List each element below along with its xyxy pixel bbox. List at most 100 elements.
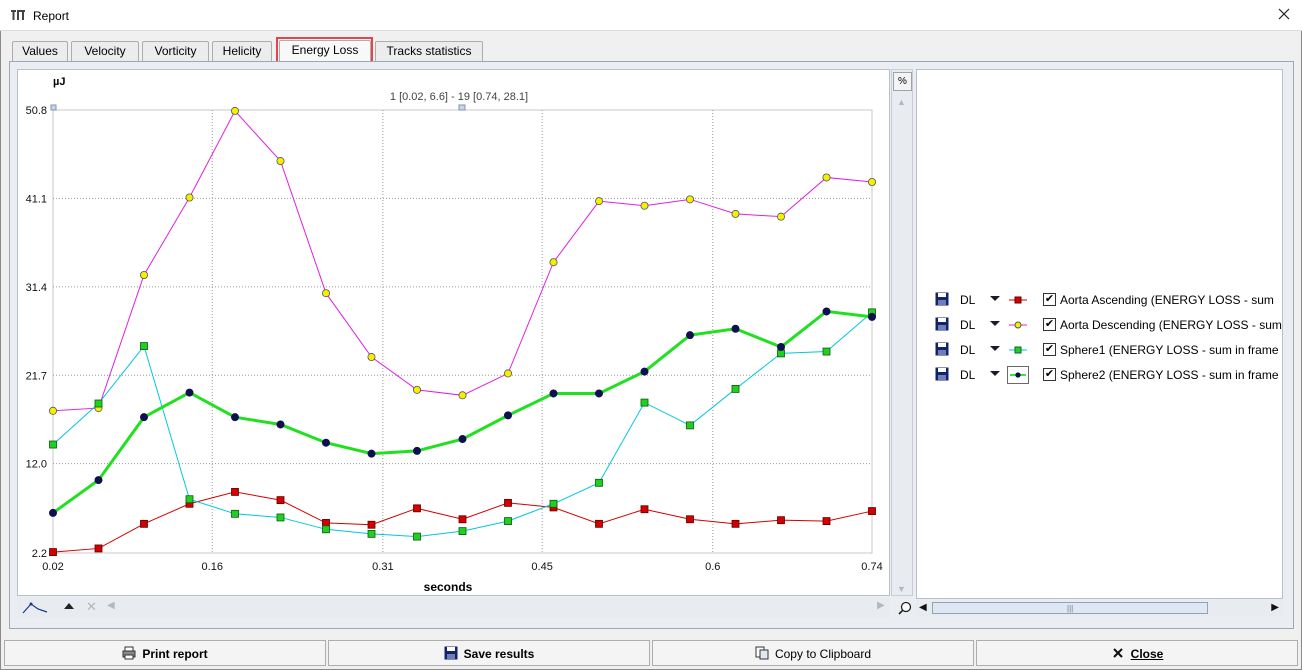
data-point: [686, 515, 694, 524]
data-point: [321, 438, 330, 447]
save-disk-icon[interactable]: [935, 367, 949, 381]
data-point: [868, 312, 877, 321]
data-point: [367, 520, 376, 529]
y-tick-label: 21.7: [26, 370, 47, 382]
scroll-left-icon[interactable]: ◀: [107, 600, 115, 611]
move-up-icon[interactable]: [64, 603, 74, 609]
data-point: [230, 413, 239, 422]
remove-icon[interactable]: ✕: [86, 599, 97, 615]
scroll-right-icon[interactable]: ▶: [877, 600, 885, 611]
legend-row-aorta-descending: DL ✔ Aorta Descending (ENERGY LOSS - sum: [917, 314, 1282, 336]
data-point: [185, 388, 194, 397]
data-point: [640, 201, 649, 210]
dropdown-arrow-icon[interactable]: [990, 346, 1000, 351]
save-disk-icon: [444, 646, 458, 660]
dropdown-arrow-icon[interactable]: [990, 321, 1000, 326]
checkbox-checked-icon[interactable]: ✔: [1043, 318, 1056, 331]
series-line: [52, 311, 873, 538]
copy-to-clipboard-button[interactable]: Copy to Clipboard: [652, 640, 974, 666]
close-window-icon[interactable]: [1276, 6, 1292, 22]
tab-tracks-statistics[interactable]: Tracks statistics: [375, 41, 483, 61]
chart-toolbar: ✕ ◀ ▶: [17, 598, 890, 618]
data-point: [276, 513, 285, 522]
checkbox-checked-icon[interactable]: ✔: [1043, 368, 1056, 381]
series-sphere2: [49, 307, 877, 517]
x-tick-label: 0.31: [372, 561, 393, 573]
data-point: [231, 509, 239, 518]
data-point: [549, 389, 558, 398]
save-results-button[interactable]: Save results: [328, 640, 650, 666]
data-point: [503, 369, 512, 378]
percent-toggle-button[interactable]: %: [893, 72, 912, 91]
legend-row-aorta-ascending: DL ✔ Aorta Ascending (ENERGY LOSS - sum: [917, 289, 1282, 311]
print-report-label: Print report: [142, 647, 208, 661]
legend-row-sphere1: DL ✔ Sphere1 (ENERGY LOSS - sum in frame: [917, 339, 1282, 361]
data-point: [412, 446, 421, 455]
series-swatch-sphere2[interactable]: [1007, 366, 1029, 384]
save-disk-icon[interactable]: [935, 292, 949, 306]
legend-dl-label: DL: [960, 343, 976, 357]
data-point: [503, 411, 512, 420]
app-logo-icon: [11, 10, 25, 20]
legend-series-name: Sphere1 (ENERGY LOSS - sum in frame: [1060, 343, 1279, 357]
data-point: [822, 347, 831, 356]
data-point: [731, 209, 740, 218]
y-tick-label: 2.2: [32, 548, 47, 560]
series-swatch-sphere1[interactable]: [1007, 341, 1029, 359]
data-point: [822, 517, 831, 525]
data-point: [595, 519, 603, 528]
y-tick-label: 50.8: [26, 105, 47, 117]
save-disk-icon[interactable]: [935, 342, 949, 356]
checkbox-checked-icon[interactable]: ✔: [1043, 343, 1056, 356]
data-point: [49, 548, 57, 556]
scrollbar-thumb[interactable]: |||: [932, 602, 1208, 614]
zoom-lens-icon[interactable]: [898, 601, 912, 615]
series-line: [52, 309, 873, 515]
dropdown-arrow-icon[interactable]: [990, 371, 1000, 376]
legend-series-name: Aorta Descending (ENERGY LOSS - sum: [1060, 318, 1282, 332]
data-point: [731, 385, 740, 393]
data-point: [686, 195, 695, 204]
legend-panel: DL ✔ Aorta Ascending (ENERGY LOSS - sum …: [916, 69, 1283, 599]
series-aorta-ascending: [49, 488, 876, 556]
data-point: [140, 342, 148, 350]
tab-helicity[interactable]: Helicity: [212, 41, 272, 61]
energy-loss-chart[interactable]: 50.8 41.1 31.4 21.7 12.0 2.20.02 0.16 0.31 0.45 0…: [17, 69, 890, 596]
x-tick-label: 0.02: [42, 561, 63, 573]
legend-dl-label: DL: [960, 368, 976, 382]
data-point: [686, 421, 694, 430]
print-report-button[interactable]: Print report: [4, 640, 326, 666]
data-point: [458, 435, 467, 444]
data-point: [731, 324, 740, 333]
dropdown-arrow-icon[interactable]: [990, 296, 1000, 301]
scroll-right-icon[interactable]: ▶: [1271, 602, 1279, 613]
tab-vorticity[interactable]: Vorticity: [142, 41, 209, 61]
data-point: [185, 495, 194, 504]
data-point: [94, 399, 103, 408]
close-button[interactable]: Close: [976, 640, 1298, 666]
y-tick-label: 31.4: [26, 282, 47, 294]
checkbox-checked-icon[interactable]: ✔: [1043, 293, 1056, 306]
tab-velocity[interactable]: Velocity: [71, 41, 139, 61]
scroll-up-icon[interactable]: ▲: [897, 97, 908, 107]
tab-values[interactable]: Values: [12, 41, 68, 61]
data-point: [458, 391, 467, 400]
series-swatch-aorta-descending[interactable]: [1007, 316, 1029, 334]
legend-horizontal-scrollbar[interactable]: ◀ ||| ▶: [916, 600, 1283, 616]
data-point: [777, 342, 786, 351]
chart-vertical-scrollbar[interactable]: [891, 69, 913, 596]
data-point: [777, 212, 786, 221]
legend-series-name: Sphere2 (ENERGY LOSS - sum in frame: [1060, 368, 1279, 382]
legend-dl-label: DL: [960, 293, 976, 307]
scroll-down-icon[interactable]: ▼: [897, 584, 908, 594]
scroll-left-icon[interactable]: ◀: [919, 602, 927, 613]
curve-style-icon[interactable]: [21, 600, 51, 616]
legend-row-sphere2: DL ✔ Sphere2 (ENERGY LOSS - sum in frame: [917, 364, 1282, 386]
title-bar: Report: [0, 0, 1302, 31]
series-swatch-aorta-ascending[interactable]: [1007, 291, 1029, 309]
data-point: [640, 367, 649, 376]
data-point: [140, 270, 149, 279]
save-disk-icon[interactable]: [935, 317, 949, 331]
data-point: [549, 499, 558, 508]
data-point: [595, 389, 604, 398]
